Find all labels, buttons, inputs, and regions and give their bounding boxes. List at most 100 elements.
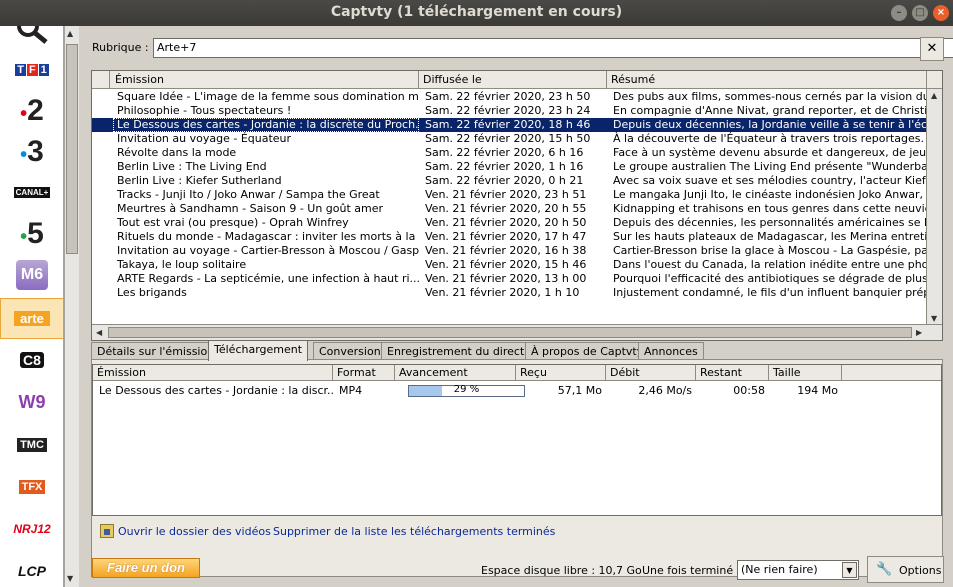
- table-row[interactable]: Berlin Live : The Living End Sam. 22 févr…: [92, 160, 928, 174]
- sidebar-scroll-thumb[interactable]: [66, 44, 78, 254]
- telechargement-panel: Émission Format Avancement Reçu Débit Re…: [91, 359, 943, 577]
- channel-arte[interactable]: arte: [0, 298, 63, 339]
- channel-lcp[interactable]: LCP: [0, 550, 63, 587]
- column-header-taille[interactable]: Taille: [769, 365, 842, 381]
- download-progress-bar: 29 %: [408, 384, 525, 397]
- column-header-avancement[interactable]: Avancement: [395, 365, 516, 381]
- scroll-right-arrow-icon[interactable]: ▶: [916, 328, 922, 337]
- cell-emission: Tout est vrai (ou presque) - Oprah Winfr…: [117, 216, 349, 229]
- tab-conversion[interactable]: Conversion: [313, 342, 387, 360]
- tab-a-propos[interactable]: À propos de Captvty: [525, 342, 650, 360]
- clear-finished-link[interactable]: Supprimer de la liste les téléchargement…: [273, 525, 555, 538]
- table-row[interactable]: Invitation au voyage - Cartier-Bresson à…: [92, 244, 928, 258]
- close-window-button[interactable]: ×: [933, 5, 949, 21]
- cell-diffusee: Sam. 22 février 2020, 6 h 16: [425, 146, 584, 159]
- donate-button[interactable]: Faire un don: [92, 558, 200, 578]
- options-label: Options: [899, 564, 942, 577]
- scroll-left-arrow-icon[interactable]: ◀: [96, 328, 102, 337]
- tab-annonces[interactable]: Annonces: [638, 342, 704, 360]
- download-taille: 194 Mo: [797, 384, 838, 397]
- table-row[interactable]: Takaya, le loup solitaire Ven. 21 février…: [92, 258, 928, 272]
- scroll-down-arrow-icon[interactable]: ▼: [931, 314, 937, 323]
- cell-diffusee: Sam. 22 février 2020, 23 h 50: [425, 90, 591, 103]
- cell-diffusee: Ven. 21 février 2020, 1 h 10: [425, 286, 580, 299]
- column-header-restant[interactable]: Restant: [696, 365, 769, 381]
- tab-details[interactable]: Détails sur l'émission: [91, 342, 221, 360]
- column-header-emission[interactable]: Émission: [93, 365, 333, 381]
- sidebar-scrollbar[interactable]: ▲ ▼: [64, 26, 79, 587]
- cell-diffusee: Ven. 21 février 2020, 13 h 00: [425, 272, 587, 285]
- options-button[interactable]: 🔧 Options: [867, 556, 944, 583]
- cell-resume: Sur les hauts plateaux de Madagascar, le…: [613, 230, 928, 243]
- channel-canalplus[interactable]: CANAL+: [0, 172, 63, 213]
- table-row[interactable]: Rituels du monde - Madagascar : inviter …: [92, 230, 928, 244]
- minimize-button[interactable]: –: [891, 5, 907, 21]
- channel-c8[interactable]: C8: [0, 339, 63, 380]
- cell-diffusee: Sam. 22 février 2020, 1 h 16: [425, 160, 584, 173]
- table-corner: [92, 71, 110, 89]
- close-rubrique-button[interactable]: ✕: [920, 37, 944, 61]
- table-row[interactable]: Tout est vrai (ou presque) - Oprah Winfr…: [92, 216, 928, 230]
- channel-w9[interactable]: W9: [0, 382, 63, 423]
- tab-enregistrement[interactable]: Enregistrement du direct: [381, 342, 531, 360]
- channel-search[interactable]: [0, 26, 63, 49]
- emission-table-header: Émission Diffusée le Résumé: [92, 71, 942, 89]
- cell-emission: Tracks - Junji Ito / Joko Anwar / Sampa …: [117, 188, 380, 201]
- column-header-format[interactable]: Format: [333, 365, 395, 381]
- rubrique-select[interactable]: Arte+7 ▼: [153, 38, 953, 58]
- table-row[interactable]: Le Dessous des cartes - Jordanie : la di…: [92, 118, 928, 132]
- cell-resume: Pourquoi l'efficacité des antibiotiques …: [613, 272, 928, 285]
- channel-france3[interactable]: •3: [0, 131, 63, 172]
- open-folder-link[interactable]: Ouvrir le dossier des vidéos: [118, 525, 271, 538]
- cell-emission: Berlin Live : The Living End: [117, 160, 267, 173]
- cell-diffusee: Ven. 21 février 2020, 15 h 46: [425, 258, 587, 271]
- rubrique-label: Rubrique :: [92, 41, 149, 54]
- arte-logo: arte: [14, 311, 50, 326]
- emission-hscroll-thumb[interactable]: [108, 327, 912, 338]
- column-header-resume[interactable]: Résumé: [607, 71, 927, 89]
- maximize-button[interactable]: □: [912, 5, 928, 21]
- cell-emission: Invitation au voyage - Équateur: [117, 132, 292, 145]
- channel-tf1[interactable]: T F 1: [0, 49, 63, 90]
- table-row[interactable]: Les brigands Ven. 21 février 2020, 1 h 10…: [92, 286, 928, 300]
- cell-emission: Le Dessous des cartes - Jordanie : la di…: [113, 118, 419, 132]
- download-row[interactable]: Le Dessous des cartes - Jordanie : la di…: [93, 383, 941, 399]
- table-row[interactable]: Invitation au voyage - Équateur Sam. 22 f…: [92, 132, 928, 146]
- table-row[interactable]: Tracks - Junji Ito / Joko Anwar / Sampa …: [92, 188, 928, 202]
- scroll-up-arrow-icon[interactable]: ▲: [931, 91, 937, 100]
- channel-france2[interactable]: •2: [0, 90, 63, 131]
- folder-icon: [100, 524, 114, 538]
- france3-logo: •3: [20, 134, 44, 168]
- table-row[interactable]: Square Idée - L'image de la femme sous d…: [92, 90, 928, 104]
- chevron-down-icon[interactable]: ▼: [842, 562, 857, 578]
- cell-resume: Depuis des décennies, les personnalités …: [613, 216, 928, 229]
- after-finish-label: Une fois terminé :: [642, 564, 741, 577]
- column-header-recu[interactable]: Reçu: [516, 365, 606, 381]
- cell-emission: Révolte dans la mode: [117, 146, 237, 159]
- column-header-diffusee[interactable]: Diffusée le: [419, 71, 607, 89]
- emission-vscrollbar[interactable]: ▲ ▼: [926, 89, 942, 327]
- cell-emission: Meurtres à Sandhamn - Saison 9 - Un goût…: [117, 202, 384, 215]
- after-finish-select[interactable]: (Ne rien faire) ▼: [737, 560, 859, 580]
- column-header-debit[interactable]: Débit: [606, 365, 696, 381]
- scroll-down-arrow-icon[interactable]: ▼: [67, 574, 73, 583]
- channel-tmc[interactable]: TMC: [0, 424, 63, 465]
- cell-emission: Rituels du monde - Madagascar : inviter …: [117, 230, 419, 243]
- table-row[interactable]: Meurtres à Sandhamn - Saison 9 - Un goût…: [92, 202, 928, 216]
- main-panel: Rubrique : Arte+7 ▼ ✕ Émission Diffusée …: [80, 26, 953, 587]
- column-header-emission[interactable]: Émission: [111, 71, 419, 89]
- tab-telechargement[interactable]: Téléchargement: [208, 340, 309, 361]
- cell-resume: Dans l'ouest du Canada, la relation inéd…: [613, 258, 928, 271]
- france5-logo: •5: [20, 216, 44, 250]
- channel-nrj12[interactable]: NRJ12: [0, 508, 63, 549]
- table-row[interactable]: Berlin Live : Kiefer Sutherland Sam. 22 f…: [92, 174, 928, 188]
- table-row[interactable]: Révolte dans la mode Sam. 22 février 2020…: [92, 146, 928, 160]
- table-row[interactable]: Philosophie - Tous spectateurs ! Sam. 22 …: [92, 104, 928, 118]
- table-row[interactable]: ARTE Regards - La septicémie, une infect…: [92, 272, 928, 286]
- channel-tfx[interactable]: TFX: [0, 466, 63, 507]
- cell-diffusee: Ven. 21 février 2020, 17 h 47: [425, 230, 587, 243]
- emission-hscrollbar[interactable]: ◀ ▶: [92, 324, 942, 340]
- channel-m6[interactable]: M6: [0, 254, 63, 295]
- scroll-up-arrow-icon[interactable]: ▲: [67, 29, 73, 38]
- channel-france5[interactable]: •5: [0, 213, 63, 254]
